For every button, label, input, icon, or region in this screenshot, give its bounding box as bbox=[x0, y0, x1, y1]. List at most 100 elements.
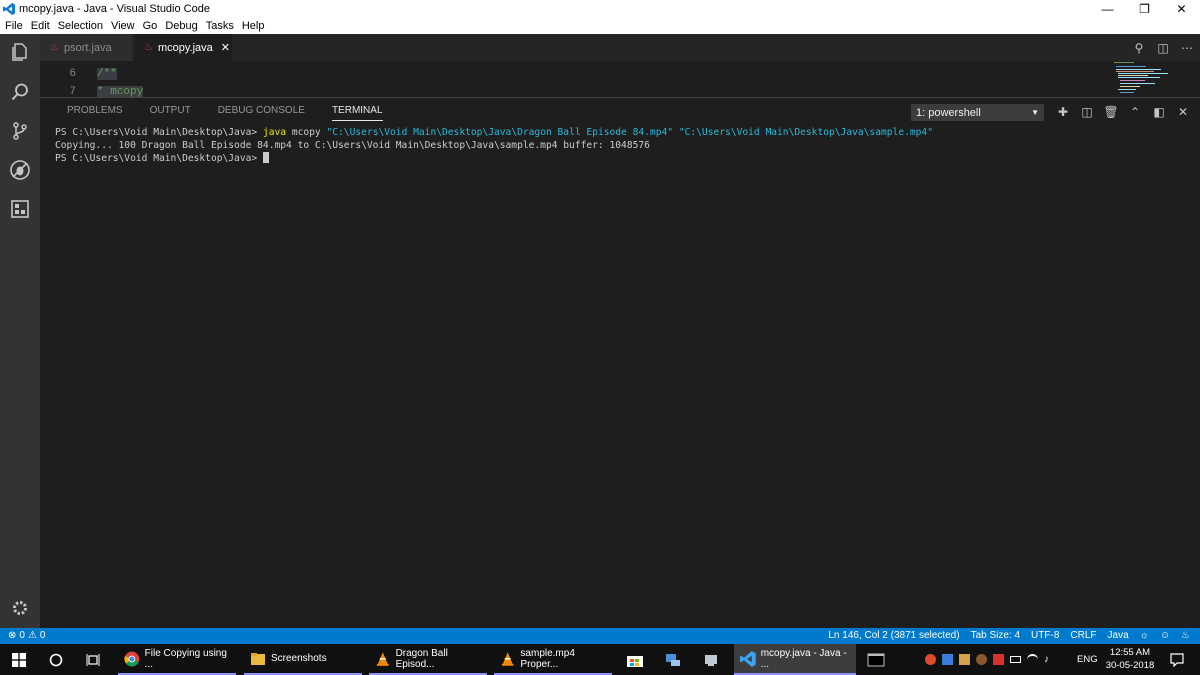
tab-debug-console[interactable]: DEBUG CONSOLE bbox=[218, 105, 305, 121]
taskbar-app-vlc-properties[interactable]: sample.mp4 Proper... bbox=[494, 644, 612, 675]
smiley-icon[interactable]: ☺ bbox=[1160, 630, 1170, 641]
clock-date: 30-05-2018 bbox=[1105, 660, 1155, 671]
bell-icon[interactable]: ♨ bbox=[1181, 630, 1190, 641]
close-panel-icon[interactable]: ✕ bbox=[1176, 105, 1190, 119]
terminal-select[interactable]: 1: powershell ▼ bbox=[911, 104, 1044, 121]
volume-icon[interactable]: ♪ bbox=[1044, 654, 1055, 665]
menu-view[interactable]: View bbox=[111, 20, 135, 32]
tab-output[interactable]: OUTPUT bbox=[150, 105, 191, 121]
taskbar-app-chrome[interactable]: File Copying using ... bbox=[118, 644, 236, 675]
action-center-button[interactable] bbox=[1162, 644, 1192, 675]
feedback-icon[interactable]: ☼ bbox=[1140, 630, 1149, 641]
taskbar-app-vlc-video[interactable]: Dragon Ball Episod... bbox=[369, 644, 487, 675]
notification-icon bbox=[1170, 652, 1184, 667]
network-pinned[interactable] bbox=[656, 644, 690, 675]
terminal-output[interactable]: PS C:\Users\Void Main\Desktop\Java> java… bbox=[55, 126, 933, 165]
cursor-position[interactable]: Ln 146, Col 2 (3871 selected) bbox=[828, 630, 959, 641]
terminal-arg-dest: "C:\Users\Void Main\Desktop\Java\sample.… bbox=[678, 127, 933, 138]
menu-edit[interactable]: Edit bbox=[31, 20, 50, 32]
store-icon bbox=[627, 655, 643, 667]
panel-actions: ✚ ◫ 🗑 ⌃ ◧ ✕ bbox=[1056, 105, 1190, 119]
line-number: 7 bbox=[69, 85, 76, 98]
network-computer-icon bbox=[666, 653, 680, 666]
code-line: 6 /** bbox=[40, 65, 117, 82]
menu-go[interactable]: Go bbox=[143, 20, 158, 32]
store-pinned[interactable] bbox=[618, 644, 652, 675]
start-button[interactable] bbox=[0, 644, 38, 675]
pc-pinned[interactable] bbox=[694, 644, 728, 675]
line-ending[interactable]: CRLF bbox=[1070, 630, 1096, 641]
tab-psort-java[interactable]: ♨ psort.java bbox=[40, 34, 132, 61]
tray-app-icon[interactable] bbox=[976, 654, 987, 665]
search-icon[interactable] bbox=[8, 80, 32, 104]
task-view-button[interactable] bbox=[74, 644, 112, 675]
clock[interactable]: 12:55 AM 30-05-2018 bbox=[1100, 646, 1160, 672]
maximize-panel-icon[interactable]: ⌃ bbox=[1128, 105, 1142, 119]
tray-app-icon[interactable] bbox=[942, 654, 953, 665]
settings-icon[interactable] bbox=[8, 596, 32, 620]
taskbar-app-explorer[interactable]: Screenshots bbox=[244, 644, 362, 675]
activity-bar bbox=[0, 34, 40, 628]
input-language[interactable]: ENG bbox=[1077, 654, 1098, 665]
split-editor-icon[interactable]: ◫ bbox=[1156, 41, 1170, 55]
title-bar: mcopy.java - Java - Visual Studio Code —… bbox=[0, 0, 1200, 18]
tray-app-icon[interactable] bbox=[959, 654, 970, 665]
error-count: 0 bbox=[19, 630, 25, 641]
folder-icon bbox=[251, 652, 265, 665]
terminal-command: java bbox=[262, 127, 287, 138]
computer-icon bbox=[705, 654, 717, 666]
clock-time: 12:55 AM bbox=[1109, 647, 1151, 658]
split-terminal-icon[interactable]: ◫ bbox=[1080, 105, 1094, 119]
warning-count: 0 bbox=[39, 630, 46, 641]
chrome-icon bbox=[124, 651, 140, 666]
problems-status[interactable]: ⊗ 0 ⚠ 0 bbox=[8, 630, 45, 641]
terminal-arg-source: "C:\Users\Void Main\Desktop\Java\Dragon … bbox=[326, 127, 674, 138]
java-file-icon: ♨ bbox=[50, 42, 59, 53]
menu-help[interactable]: Help bbox=[242, 20, 265, 32]
taskbar-app-label: sample.mp4 Proper... bbox=[520, 647, 575, 670]
tab-terminal[interactable]: TERMINAL bbox=[331, 105, 383, 121]
vscode-icon bbox=[740, 650, 756, 667]
menu-debug[interactable]: Debug bbox=[165, 20, 197, 32]
vlc-icon bbox=[376, 651, 389, 666]
terminal-prompt: PS C:\Users\Void Main\Desktop\Java> bbox=[55, 153, 263, 164]
menu-selection[interactable]: Selection bbox=[58, 20, 103, 32]
cortana-icon bbox=[49, 653, 63, 666]
language-mode[interactable]: Java bbox=[1108, 630, 1129, 641]
tray-app-icon[interactable] bbox=[925, 654, 936, 665]
files-icon[interactable] bbox=[8, 40, 32, 64]
minimap[interactable] bbox=[1114, 61, 1174, 97]
debug-icon[interactable] bbox=[8, 158, 32, 182]
terminal-select-value: 1: powershell bbox=[916, 106, 981, 119]
close-window-button[interactable]: ✕ bbox=[1163, 0, 1200, 18]
console-pinned[interactable] bbox=[862, 644, 890, 675]
new-terminal-icon[interactable]: ✚ bbox=[1056, 105, 1070, 119]
battery-icon[interactable] bbox=[1010, 656, 1021, 663]
tab-problems[interactable]: PROBLEMS bbox=[67, 105, 123, 121]
menu-file[interactable]: File bbox=[5, 20, 23, 32]
tab-mcopy-java[interactable]: ♨ mcopy.java ✕ bbox=[134, 34, 232, 61]
code-editor[interactable]: 6 /** 7 * mcopy bbox=[40, 61, 1200, 97]
tray-app-icon[interactable] bbox=[993, 654, 1004, 665]
error-icon: ⊗ bbox=[8, 630, 17, 641]
open-changes-icon[interactable]: ⚲ bbox=[1132, 41, 1146, 55]
terminal-cursor bbox=[262, 152, 269, 163]
taskbar-app-vscode[interactable]: mcopy.java - Java - ... bbox=[734, 644, 856, 675]
taskbar-app-label: Screenshots bbox=[271, 653, 327, 664]
menu-bar: File Edit Selection View Go Debug Tasks … bbox=[0, 18, 1200, 34]
tab-label: psort.java bbox=[63, 41, 112, 54]
close-icon[interactable]: ✕ bbox=[221, 41, 230, 54]
source-control-icon[interactable] bbox=[8, 119, 32, 143]
tab-size[interactable]: Tab Size: 4 bbox=[971, 630, 1020, 641]
menu-tasks[interactable]: Tasks bbox=[206, 20, 234, 32]
extensions-icon[interactable] bbox=[8, 197, 32, 221]
encoding[interactable]: UTF-8 bbox=[1031, 630, 1059, 641]
trash-icon[interactable]: 🗑 bbox=[1103, 105, 1118, 119]
cortana-button[interactable] bbox=[38, 644, 74, 675]
more-actions-icon[interactable]: ⋯ bbox=[1180, 41, 1194, 55]
taskbar-app-label: mcopy.java - Java - ... bbox=[760, 647, 847, 670]
toggle-panel-position-icon[interactable]: ◧ bbox=[1152, 105, 1166, 119]
restore-button[interactable]: ❐ bbox=[1126, 0, 1163, 18]
wifi-icon[interactable] bbox=[1027, 654, 1038, 665]
minimize-button[interactable]: — bbox=[1089, 0, 1126, 18]
